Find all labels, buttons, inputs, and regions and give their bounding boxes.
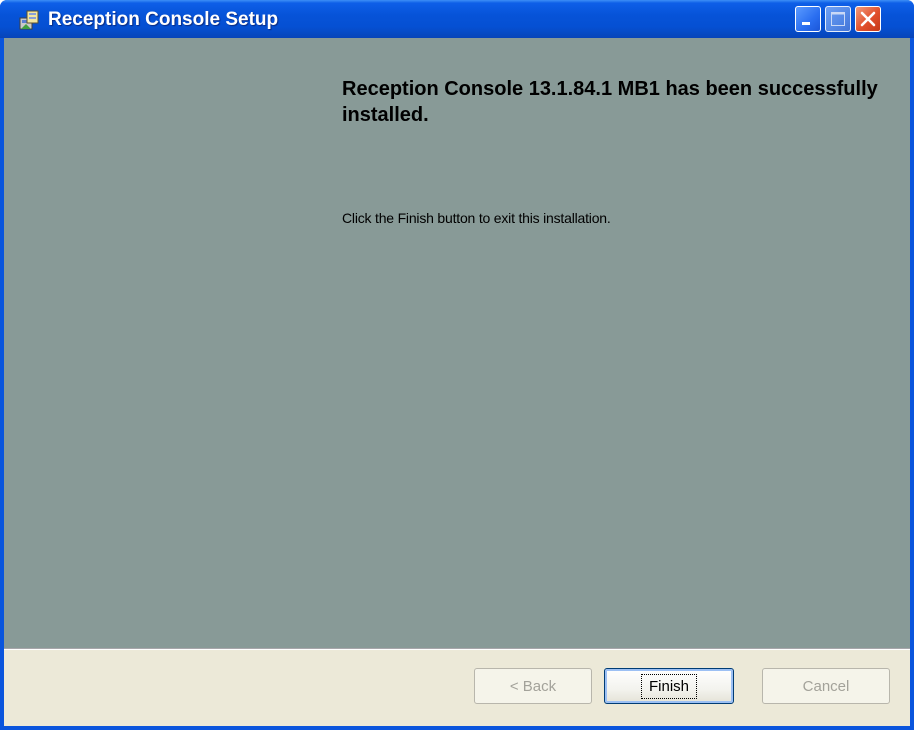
dialog-client-area: Reception Console 13.1.84.1 MB1 has been… bbox=[4, 38, 910, 726]
back-button[interactable]: < Back bbox=[474, 668, 592, 704]
finish-button-label: Finish bbox=[640, 673, 698, 699]
back-button-label: < Back bbox=[509, 677, 557, 695]
title-bar[interactable]: Reception Console Setup bbox=[0, 0, 914, 38]
installer-window: Reception Console Setup Reception Consol… bbox=[0, 0, 914, 730]
completion-heading: Reception Console 13.1.84.1 MB1 has been… bbox=[342, 78, 878, 126]
cancel-button[interactable]: Cancel bbox=[762, 668, 890, 704]
finish-instruction: Click the Finish button to exit this ins… bbox=[342, 210, 611, 226]
minimize-icon bbox=[802, 22, 810, 25]
cancel-button-label: Cancel bbox=[802, 677, 850, 695]
close-icon bbox=[860, 11, 876, 27]
window-title: Reception Console Setup bbox=[48, 9, 279, 30]
minimize-button[interactable] bbox=[795, 6, 821, 32]
installer-icon bbox=[18, 9, 40, 31]
maximize-icon bbox=[831, 12, 845, 26]
completion-panel: Reception Console 13.1.84.1 MB1 has been… bbox=[4, 38, 910, 648]
footer-separator bbox=[4, 648, 910, 650]
maximize-button[interactable] bbox=[825, 6, 851, 32]
finish-button[interactable]: Finish bbox=[604, 668, 734, 704]
close-button[interactable] bbox=[855, 6, 881, 32]
